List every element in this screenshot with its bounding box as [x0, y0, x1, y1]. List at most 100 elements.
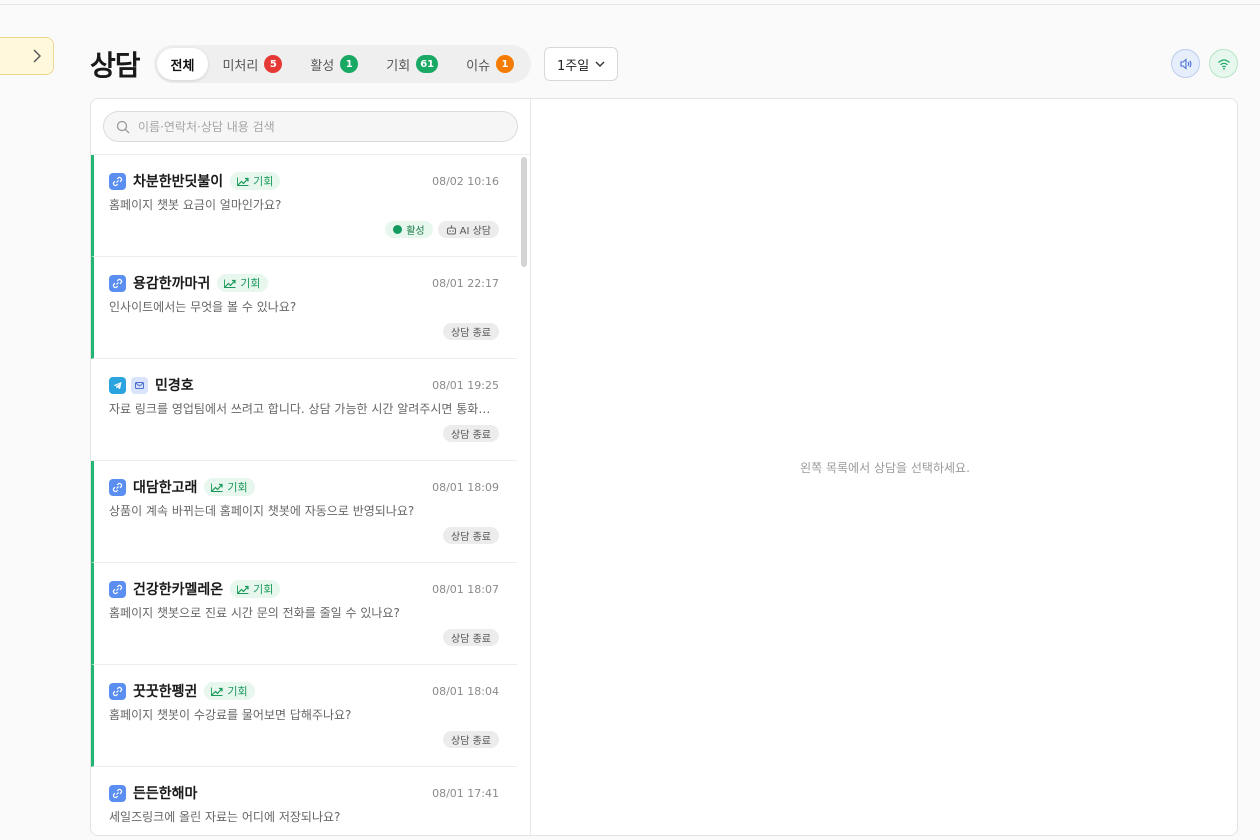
message-preview: 상품이 계속 바뀌는데 홈페이지 챗봇에 자동으로 반영되나요?: [109, 504, 415, 518]
list-scrollbar-thumb[interactable]: [521, 157, 527, 267]
trend-up-icon: [211, 483, 224, 492]
link-icon: [109, 274, 126, 292]
status-dot-icon: [393, 225, 403, 234]
page-title: 상담: [90, 49, 141, 82]
conversation-list-pane: 차분한반딧불이 기회 08/02 10:16 홈페이지 챗봇 요금이 얼마인가요…: [91, 99, 531, 835]
conversation-detail-pane: 왼쪽 목록에서 상담을 선택하세요.: [531, 99, 1237, 835]
tab-count-badge: 5: [264, 55, 283, 73]
conversation-time: 08/01 22:17: [432, 276, 499, 290]
customer-name: 대담한고래: [133, 480, 198, 496]
chevron-right-icon: [33, 49, 41, 63]
tab-all[interactable]: 전체: [156, 48, 209, 80]
conversation-time: 08/01 17:41: [432, 786, 499, 800]
opportunity-badge-label: 기회: [240, 277, 261, 290]
opportunity-badge-label: 기회: [253, 175, 274, 188]
conversation-panel: 차분한반딧불이 기회 08/02 10:16 홈페이지 챗봇 요금이 얼마인가요…: [90, 98, 1238, 836]
empty-state-message: 왼쪽 목록에서 상담을 선택하세요.: [800, 460, 970, 475]
sidebar-toggle-button[interactable]: [0, 37, 54, 75]
tab-count-badge: 1: [496, 55, 515, 73]
message-preview: 홈페이지 챗봇이 수강료를 물어보면 답해주나요?: [109, 708, 352, 722]
conversation-item[interactable]: 건강한카멜레온 기회 08/01 18:07 홈페이지 챗봇으로 진료 시간 문…: [91, 563, 517, 665]
search-icon: [116, 120, 130, 133]
tab-issue[interactable]: 이슈 1: [452, 48, 528, 80]
conversation-time: 08/01 18:04: [432, 684, 499, 698]
tab-label: 전체: [170, 58, 195, 74]
conversation-time: 08/01 18:07: [432, 582, 499, 596]
status-tag-closed: 상담 종료: [443, 731, 499, 748]
status-tag-closed: 상담 종료: [443, 629, 499, 646]
period-select[interactable]: 1주일: [544, 47, 619, 81]
filter-tabs: 전체 미처리 5 활성 1 기회 61 이슈 1: [153, 45, 532, 83]
tab-unhandled[interactable]: 미처리 5: [208, 48, 296, 80]
link-icon: [109, 172, 126, 190]
customer-name: 민경호: [155, 378, 194, 394]
message-preview: 세일즈링크에 올린 자료는 어디에 저장되나요?: [109, 810, 341, 824]
ai-consult-tag: AI 상담: [437, 221, 499, 238]
tab-label: 미처리: [222, 58, 259, 74]
conversation-item[interactable]: 대담한고래 기회 08/01 18:09 상품이 계속 바뀌는데 홈페이지 챗봇…: [91, 461, 517, 563]
status-tag-closed: 상담 종료: [443, 425, 499, 442]
conversation-time: 08/02 10:16: [432, 174, 499, 188]
status-tag-closed: 상담 종료: [443, 323, 499, 340]
search-input[interactable]: [138, 119, 508, 134]
link-icon: [109, 682, 126, 700]
connection-status-button[interactable]: [1209, 49, 1238, 78]
bot-icon: [446, 224, 456, 234]
conversation-item[interactable]: 든든한해마 08/01 17:41 세일즈링크에 올린 자료는 어디에 저장되나…: [91, 767, 517, 835]
page-header: 상담 전체 미처리 5 활성 1 기회 61 이슈 1 1주일: [90, 45, 619, 83]
message-preview: 자료 링크를 영업팀에서 쓰려고 합니다. 상담 가능한 시간 알려주시면 통화…: [109, 402, 499, 416]
opportunity-badge: 기회: [230, 172, 281, 190]
speaker-icon: [1179, 57, 1191, 70]
tab-label: 이슈: [466, 58, 491, 74]
opportunity-badge-label: 기회: [227, 481, 248, 494]
opportunity-badge: 기회: [204, 682, 255, 700]
mail-icon: [131, 376, 148, 394]
message-preview: 홈페이지 챗봇 요금이 얼마인가요?: [109, 198, 282, 212]
status-tag-active: 활성: [385, 221, 433, 238]
telegram-icon: [109, 376, 126, 394]
customer-name: 건강한카멜레온: [133, 582, 224, 598]
link-icon: [109, 580, 126, 598]
customer-name: 꿋꿋한펭귄: [133, 684, 198, 700]
list-scrollbar[interactable]: [519, 155, 529, 835]
conversation-item[interactable]: 민경호 08/01 19:25 자료 링크를 영업팀에서 쓰려고 합니다. 상담…: [91, 359, 517, 461]
header-actions: [1171, 49, 1238, 78]
trend-up-icon: [237, 177, 249, 186]
message-preview: 인사이트에서는 무엇을 볼 수 있나요?: [109, 300, 297, 314]
customer-name: 용감한까마귀: [133, 276, 211, 292]
opportunity-badge-label: 기회: [253, 583, 274, 596]
wifi-icon: [1217, 58, 1230, 70]
top-divider: [0, 4, 1260, 5]
trend-up-icon: [237, 585, 249, 594]
ai-tag-label: AI 상담: [459, 226, 491, 237]
link-icon: [109, 784, 126, 802]
tab-label: 활성: [310, 58, 335, 74]
tab-opportunity[interactable]: 기회 61: [372, 48, 452, 80]
tab-label: 기회: [386, 58, 411, 74]
conversation-time: 08/01 18:09: [432, 480, 499, 494]
status-tag-closed: 상담 종료: [443, 527, 499, 544]
opportunity-badge: 기회: [217, 274, 268, 292]
tab-active[interactable]: 활성 1: [296, 48, 372, 80]
trend-up-icon: [224, 279, 236, 288]
period-value: 1주일: [557, 58, 590, 74]
opportunity-badge: 기회: [204, 478, 255, 496]
search-box: [103, 111, 518, 142]
conversation-item[interactable]: 용감한까마귀 기회 08/01 22:17 인사이트에서는 무엇을 볼 수 있나…: [91, 257, 517, 359]
conversation-list[interactable]: 차분한반딧불이 기회 08/02 10:16 홈페이지 챗봇 요금이 얼마인가요…: [91, 155, 517, 835]
opportunity-badge-label: 기회: [227, 685, 248, 698]
customer-name: 든든한해마: [133, 786, 198, 802]
trend-up-icon: [211, 687, 224, 696]
link-icon: [109, 478, 126, 496]
conversation-time: 08/01 19:25: [432, 378, 499, 392]
conversation-item[interactable]: 꿋꿋한펭귄 기회 08/01 18:04 홈페이지 챗봇이 수강료를 물어보면 …: [91, 665, 517, 767]
status-tag-label: 활성: [406, 226, 425, 237]
message-preview: 홈페이지 챗봇으로 진료 시간 문의 전화를 줄일 수 있나요?: [109, 606, 400, 620]
customer-name: 차분한반딧불이: [133, 174, 224, 190]
opportunity-badge: 기회: [230, 580, 281, 598]
chevron-down-icon: [595, 61, 605, 67]
tab-count-badge: 1: [340, 55, 359, 73]
tab-count-badge: 61: [416, 55, 439, 73]
sound-toggle-button[interactable]: [1171, 49, 1200, 78]
conversation-item[interactable]: 차분한반딧불이 기회 08/02 10:16 홈페이지 챗봇 요금이 얼마인가요…: [91, 155, 517, 257]
